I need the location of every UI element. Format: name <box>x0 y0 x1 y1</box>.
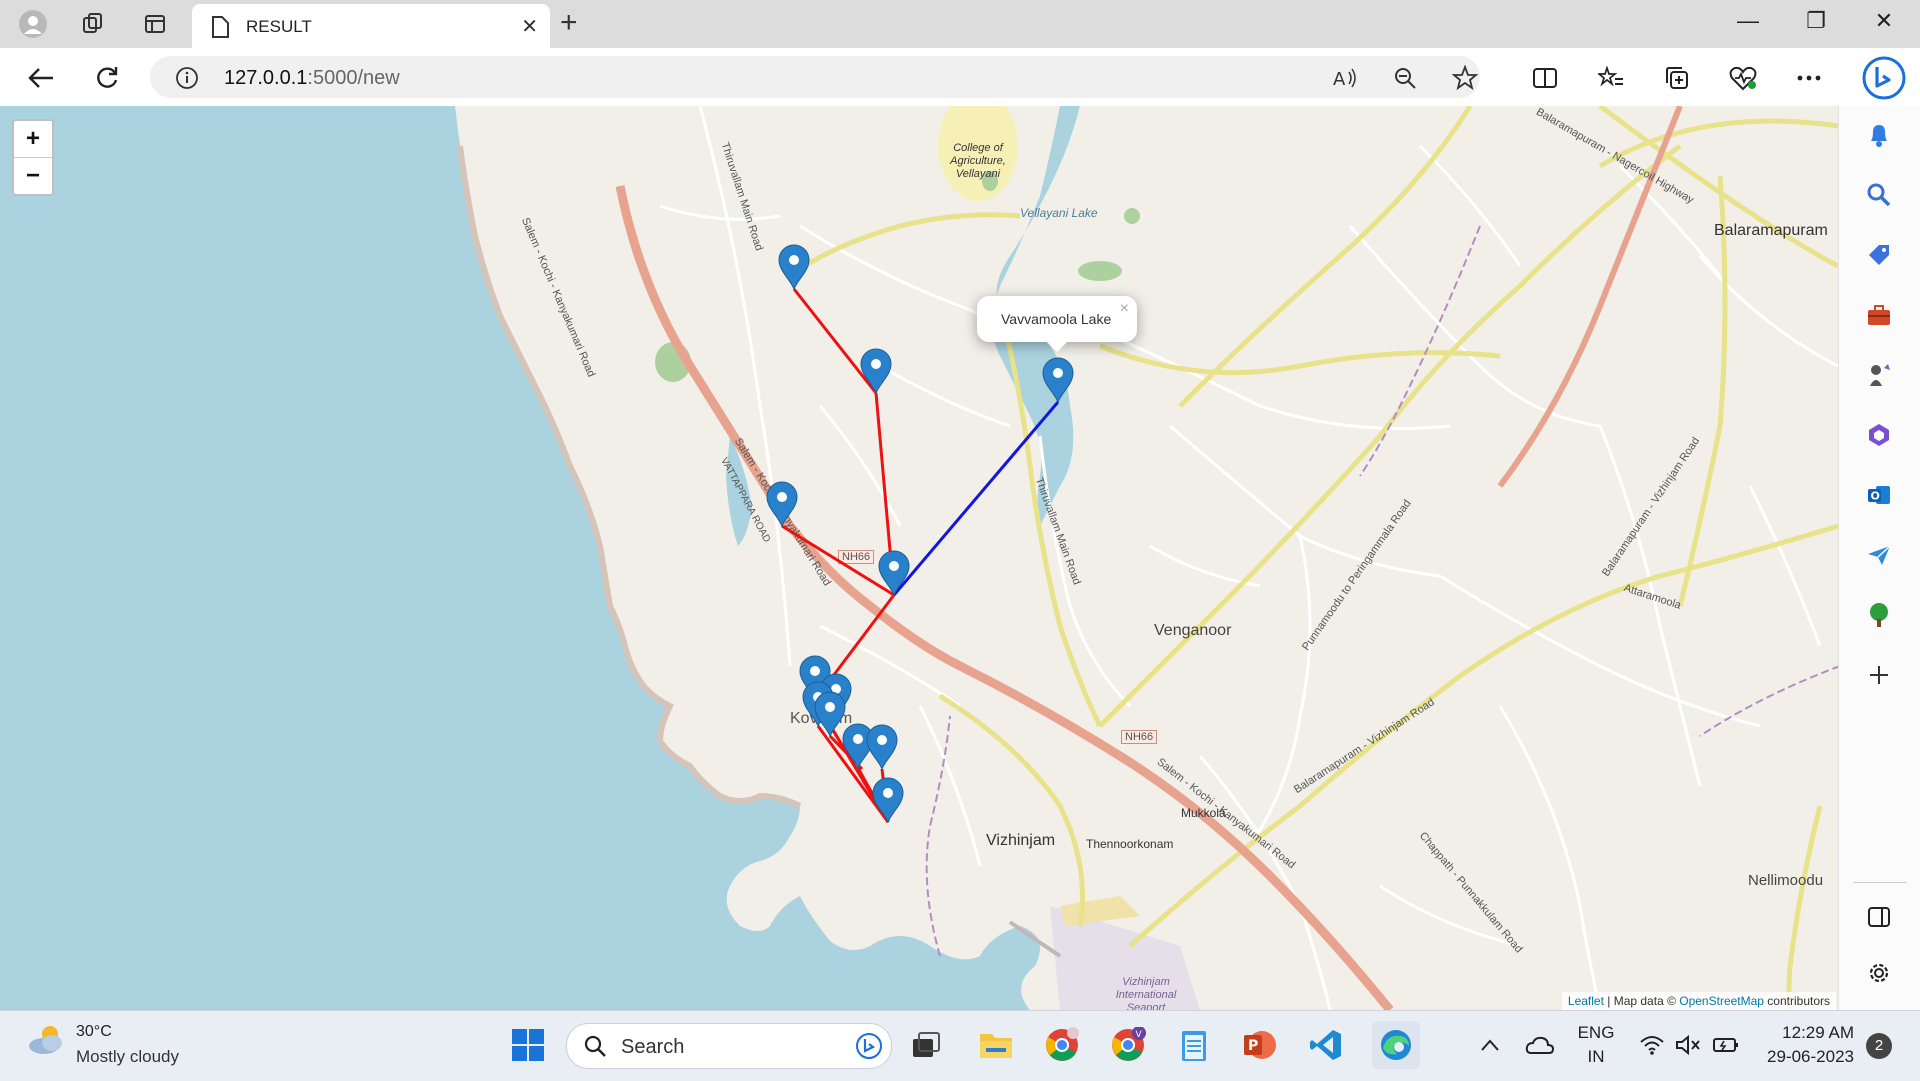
weather-temperature: 30°C <box>76 1023 112 1040</box>
zoom-control: + − <box>12 119 54 196</box>
route-segment-blue <box>892 401 1060 596</box>
tree-icon[interactable] <box>1864 600 1894 630</box>
popup-close-icon[interactable]: × <box>1120 300 1129 318</box>
close-tab-icon[interactable]: ✕ <box>521 14 538 39</box>
map-attribution: Leaflet | Map data © OpenStreetMap contr… <box>1561 992 1836 1010</box>
tab-title: RESULT <box>246 17 312 36</box>
weather-description: Mostly cloudy <box>76 1047 179 1066</box>
notification-badge[interactable]: 2 <box>1866 1033 1892 1059</box>
send-icon[interactable] <box>1864 540 1894 570</box>
bing-icon <box>855 1032 883 1065</box>
popup-text: Vavvamoola Lake <box>1001 311 1112 327</box>
route-overlay <box>766 244 1074 824</box>
back-icon[interactable] <box>24 61 58 95</box>
vscode-icon[interactable] <box>1306 1025 1346 1065</box>
profile-icon[interactable] <box>18 9 48 39</box>
clock-date[interactable]: 29-06-2023 <box>1750 1047 1854 1067</box>
chrome-profile-icon[interactable]: V <box>1108 1025 1148 1065</box>
attribution-tail: contributors <box>1763 994 1830 1008</box>
navigation-bar: 127.0.0.1:5000/new A <box>0 48 1920 106</box>
site-info-icon[interactable] <box>174 65 200 91</box>
page-icon <box>210 16 230 43</box>
tab-strip: RESULT ✕ + — ❐ ✕ <box>0 0 1920 48</box>
outlook-icon[interactable]: O <box>1864 480 1894 510</box>
sidebar-divider <box>1853 882 1907 883</box>
popup-tip <box>1047 342 1067 352</box>
search-icon <box>583 1034 607 1063</box>
leaflet-link[interactable]: Leaflet <box>1568 994 1604 1008</box>
collections-icon[interactable] <box>1660 61 1694 95</box>
more-menu-icon[interactable] <box>1792 61 1826 95</box>
search-placeholder: Search <box>621 1036 685 1058</box>
new-tab-button[interactable]: + <box>560 8 578 38</box>
leaflet-map[interactable]: College of Agriculture, Vellayani Vellay… <box>0 106 1838 1010</box>
windows-taskbar: 30°C Mostly cloudy Search V P ENG IN 12:… <box>0 1010 1920 1081</box>
taskbar-search[interactable]: Search <box>566 1023 892 1069</box>
wifi-icon[interactable] <box>1632 1025 1672 1065</box>
svg-text:V: V <box>1136 1030 1143 1040</box>
edge-sidebar: O <box>1838 106 1920 1010</box>
zoom-out-icon[interactable] <box>1392 65 1418 91</box>
battery-icon[interactable] <box>1706 1025 1746 1065</box>
bell-icon[interactable] <box>1864 120 1894 150</box>
volume-muted-icon[interactable] <box>1668 1025 1708 1065</box>
refresh-icon[interactable] <box>90 61 124 95</box>
map-marker-10[interactable] <box>866 724 898 771</box>
chrome-icon[interactable] <box>1042 1025 1082 1065</box>
map-marker-11[interactable] <box>872 777 904 824</box>
shopping-tag-icon[interactable] <box>1864 240 1894 270</box>
browser-essentials-icon[interactable] <box>1726 61 1760 95</box>
url-text[interactable]: 127.0.0.1:5000/new <box>224 67 400 90</box>
read-aloud-icon[interactable]: A <box>1332 65 1358 91</box>
favorites-icon[interactable] <box>1594 61 1628 95</box>
workspaces-icon[interactable] <box>78 9 108 39</box>
bing-chat-icon[interactable] <box>1862 56 1906 100</box>
address-bar[interactable]: 127.0.0.1:5000/new A <box>150 56 1480 98</box>
onedrive-cloud-icon[interactable] <box>1520 1025 1560 1065</box>
task-view-icon[interactable] <box>906 1025 946 1065</box>
svg-text:O: O <box>1871 490 1880 503</box>
osm-link[interactable]: OpenStreetMap <box>1679 994 1764 1008</box>
microsoft-365-icon[interactable] <box>1864 420 1894 450</box>
file-explorer-icon[interactable] <box>976 1025 1016 1065</box>
notepad-icon[interactable] <box>1174 1025 1214 1065</box>
maximize-button[interactable]: ❐ <box>1796 8 1836 34</box>
map-marker-vavvamoola-lake[interactable] <box>1042 357 1074 404</box>
search-icon[interactable] <box>1864 180 1894 210</box>
zoom-out-button[interactable]: − <box>14 157 52 194</box>
zoom-in-button[interactable]: + <box>14 121 52 157</box>
route-segment-3 <box>781 524 895 597</box>
tab-actions-icon[interactable] <box>140 9 170 39</box>
cloud-icon <box>29 1026 62 1054</box>
tools-icon[interactable] <box>1864 300 1894 330</box>
hide-sidebar-icon[interactable] <box>1864 902 1894 932</box>
map-marker-1[interactable] <box>778 244 810 291</box>
weather-widget[interactable] <box>26 1023 66 1062</box>
map-marker-2[interactable] <box>860 348 892 395</box>
add-icon[interactable] <box>1864 660 1894 690</box>
clock-time[interactable]: 12:29 AM <box>1750 1023 1854 1043</box>
games-icon[interactable] <box>1864 360 1894 390</box>
edge-icon[interactable] <box>1372 1021 1420 1069</box>
tab-result[interactable]: RESULT ✕ <box>192 4 550 48</box>
map-marker-3[interactable] <box>766 481 798 528</box>
settings-gear-icon[interactable] <box>1864 958 1894 988</box>
start-icon[interactable] <box>508 1025 548 1065</box>
route-segment-1 <box>792 288 878 394</box>
attribution-text: | Map data © <box>1603 994 1680 1008</box>
chevron-up-icon[interactable] <box>1470 1025 1510 1065</box>
svg-text:P: P <box>1248 1038 1258 1054</box>
svg-text:A: A <box>1333 69 1346 90</box>
close-window-button[interactable]: ✕ <box>1864 8 1904 34</box>
marker-popup: Vavvamoola Lake × <box>977 296 1137 352</box>
powerpoint-icon[interactable]: P <box>1240 1025 1280 1065</box>
favorite-star-icon[interactable] <box>1452 65 1478 91</box>
language-top[interactable]: ENG <box>1576 1023 1616 1043</box>
language-bottom[interactable]: IN <box>1576 1047 1616 1067</box>
split-screen-icon[interactable] <box>1528 61 1562 95</box>
minimize-button[interactable]: — <box>1728 8 1768 34</box>
